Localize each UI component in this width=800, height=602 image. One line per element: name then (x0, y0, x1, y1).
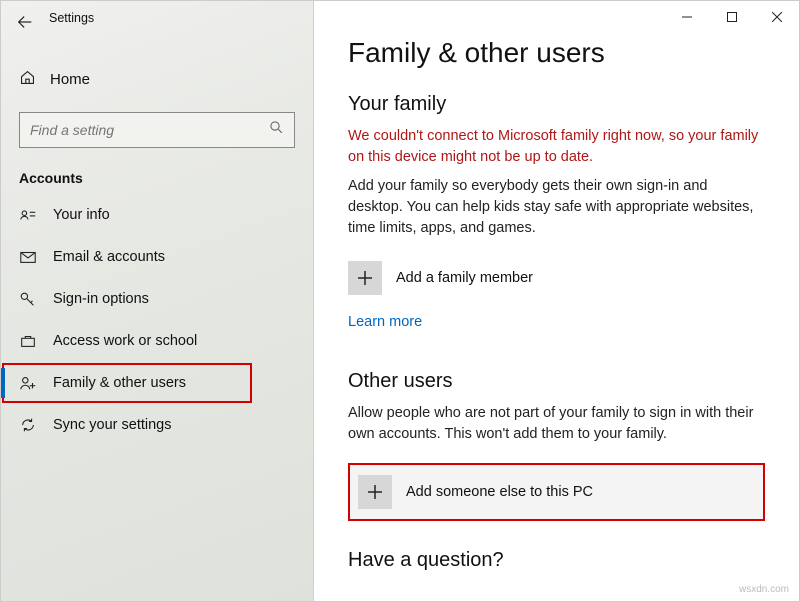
nav-email-accounts[interactable]: Email & accounts (1, 236, 313, 278)
nav-access-work-school[interactable]: Access work or school (1, 320, 313, 362)
person-card-icon (19, 206, 37, 224)
search-box[interactable] (19, 112, 295, 148)
search-icon (269, 120, 284, 140)
close-button[interactable] (754, 2, 799, 32)
family-description: Add your family so everybody gets their … (348, 176, 765, 239)
plus-icon (358, 475, 392, 509)
question-heading: Have a question? (348, 549, 765, 572)
sidebar: Settings Home Accounts Your info (1, 1, 314, 601)
home-nav[interactable]: Home (1, 59, 313, 100)
nav-your-info[interactable]: Your info (1, 194, 313, 236)
home-icon (19, 69, 36, 90)
add-other-user-button[interactable]: Add someone else to this PC (348, 463, 765, 521)
section-title: Accounts (19, 170, 295, 186)
mail-icon (19, 248, 37, 266)
nav-family-other-users[interactable]: Family & other users (1, 362, 253, 404)
plus-icon (348, 261, 382, 295)
search-input[interactable] (30, 122, 233, 138)
add-family-label: Add a family member (396, 270, 533, 286)
sync-icon (19, 416, 37, 434)
minimize-button[interactable] (664, 2, 709, 32)
nav-list: Your info Email & accounts Sign-in optio… (1, 194, 313, 446)
content-pane: Family & other users Your family We coul… (314, 1, 799, 601)
family-heading: Your family (348, 93, 765, 116)
nav-sync-settings[interactable]: Sync your settings (1, 404, 313, 446)
nav-label: Email & accounts (53, 249, 165, 265)
learn-more-link[interactable]: Learn more (348, 314, 422, 330)
nav-label: Family & other users (53, 375, 186, 391)
nav-label: Access work or school (53, 333, 197, 349)
watermark: wsxdn.com (739, 584, 789, 595)
nav-label: Sync your settings (53, 417, 171, 433)
maximize-button[interactable] (709, 2, 754, 32)
briefcase-icon (19, 332, 37, 350)
nav-label: Your info (53, 207, 110, 223)
people-plus-icon (19, 374, 37, 392)
page-title: Family & other users (348, 37, 765, 69)
titlebar (1, 1, 799, 33)
nav-label: Sign-in options (53, 291, 149, 307)
other-users-heading: Other users (348, 370, 765, 393)
add-family-member-button[interactable]: Add a family member (348, 257, 765, 299)
nav-signin-options[interactable]: Sign-in options (1, 278, 313, 320)
settings-window: Settings Home Accounts Your info (0, 0, 800, 602)
family-error-text: We couldn't connect to Microsoft family … (348, 126, 765, 168)
add-other-label: Add someone else to this PC (406, 484, 593, 500)
home-label: Home (50, 71, 90, 88)
key-icon (19, 290, 37, 308)
other-users-description: Allow people who are not part of your fa… (348, 403, 765, 445)
